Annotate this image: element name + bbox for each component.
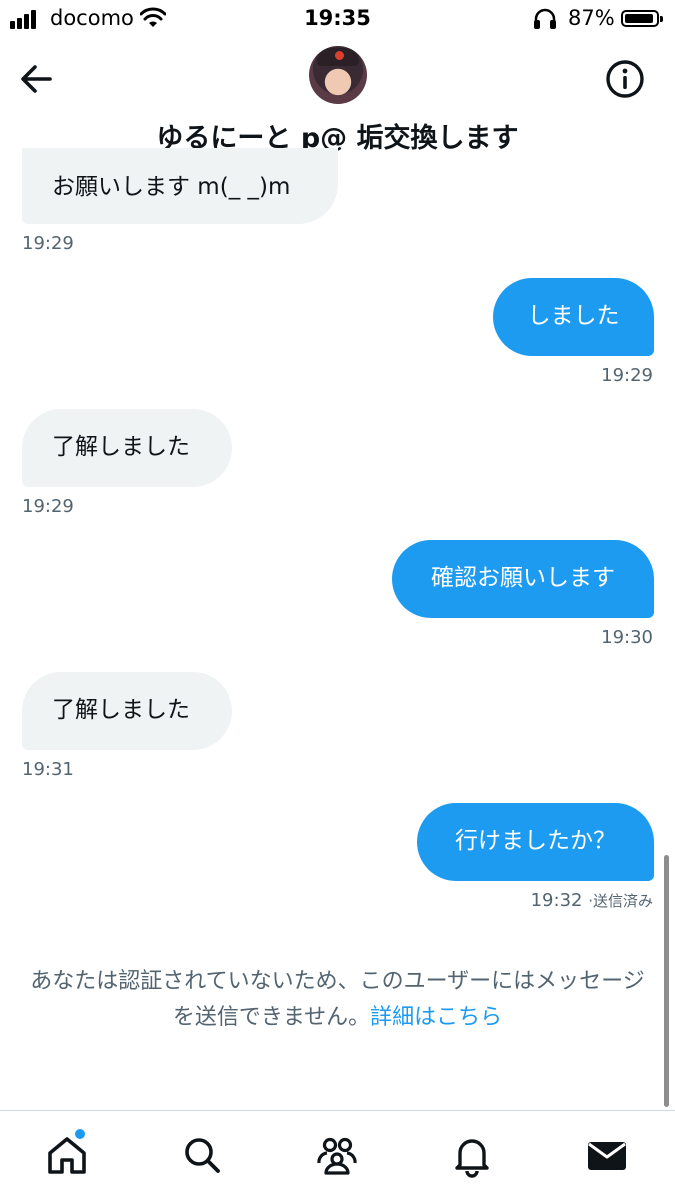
conversation-header: ゆるにーと p@ 垢交換します — [0, 38, 675, 166]
message-text: 行けましたか？ — [455, 828, 616, 854]
home-icon — [48, 1137, 86, 1174]
message-text: 了解しました — [52, 434, 190, 460]
battery-percent: 87% — [568, 6, 615, 30]
message-text: 了解しました — [52, 697, 190, 723]
headphones-icon — [532, 8, 558, 34]
back-button[interactable] — [16, 58, 58, 100]
message-timestamp: 19:29 — [601, 365, 653, 386]
message-timestamp: 19:30 — [601, 627, 653, 648]
notice-text: あなたは認証されていないため、このユーザーにはメッセージを送信できません。 — [30, 969, 645, 1030]
message-bubble-sent[interactable]: 確認お願いします — [392, 540, 654, 618]
cannot-message-notice: あなたは認証されていないため、このユーザーにはメッセージを送信できません。詳細は… — [20, 964, 655, 1036]
message-text: 確認お願いします — [431, 565, 615, 591]
avatar[interactable] — [309, 46, 367, 104]
scrollbar[interactable] — [664, 855, 669, 1107]
message-timestamp: 19:29 — [22, 233, 74, 254]
battery-icon — [621, 10, 663, 27]
communities-icon — [317, 1137, 357, 1175]
message-bubble-received[interactable]: 了解しました — [22, 409, 232, 487]
home-badge — [75, 1129, 85, 1139]
tab-communities[interactable] — [313, 1131, 361, 1179]
search-icon — [185, 1138, 220, 1173]
info-icon — [606, 60, 644, 98]
message-timestamp: 19:29 — [22, 496, 74, 517]
message-bubble-sent[interactable]: 行けましたか？ — [417, 803, 654, 881]
status-bar: docomo 19:35 87% — [0, 0, 675, 38]
message-timestamp: 19:32 — [530, 890, 583, 911]
message-text: お願いします m(_ _)m — [52, 174, 291, 200]
tab-notifications[interactable] — [448, 1131, 496, 1179]
message-bubble-received[interactable]: 了解しました — [22, 672, 232, 750]
learn-more-link[interactable]: 詳細はこちら — [370, 1005, 502, 1030]
delivery-status: 送信済み — [592, 892, 653, 910]
message-timestamp-status: 19:32 ·送信済み — [531, 890, 653, 911]
bottom-navigation — [0, 1110, 675, 1201]
message-bubble-received[interactable]: お願いします m(_ _)m — [22, 148, 338, 224]
messages-icon — [588, 1142, 626, 1170]
tab-search[interactable] — [178, 1131, 226, 1179]
info-button[interactable] — [604, 58, 646, 100]
notifications-icon — [455, 1139, 489, 1178]
message-timestamp: 19:31 — [22, 759, 74, 780]
tab-home[interactable] — [43, 1129, 91, 1179]
message-bubble-sent[interactable]: しました — [493, 278, 654, 356]
arrow-left-icon — [21, 65, 52, 93]
tab-messages[interactable] — [583, 1131, 631, 1179]
message-text: しました — [527, 303, 620, 329]
